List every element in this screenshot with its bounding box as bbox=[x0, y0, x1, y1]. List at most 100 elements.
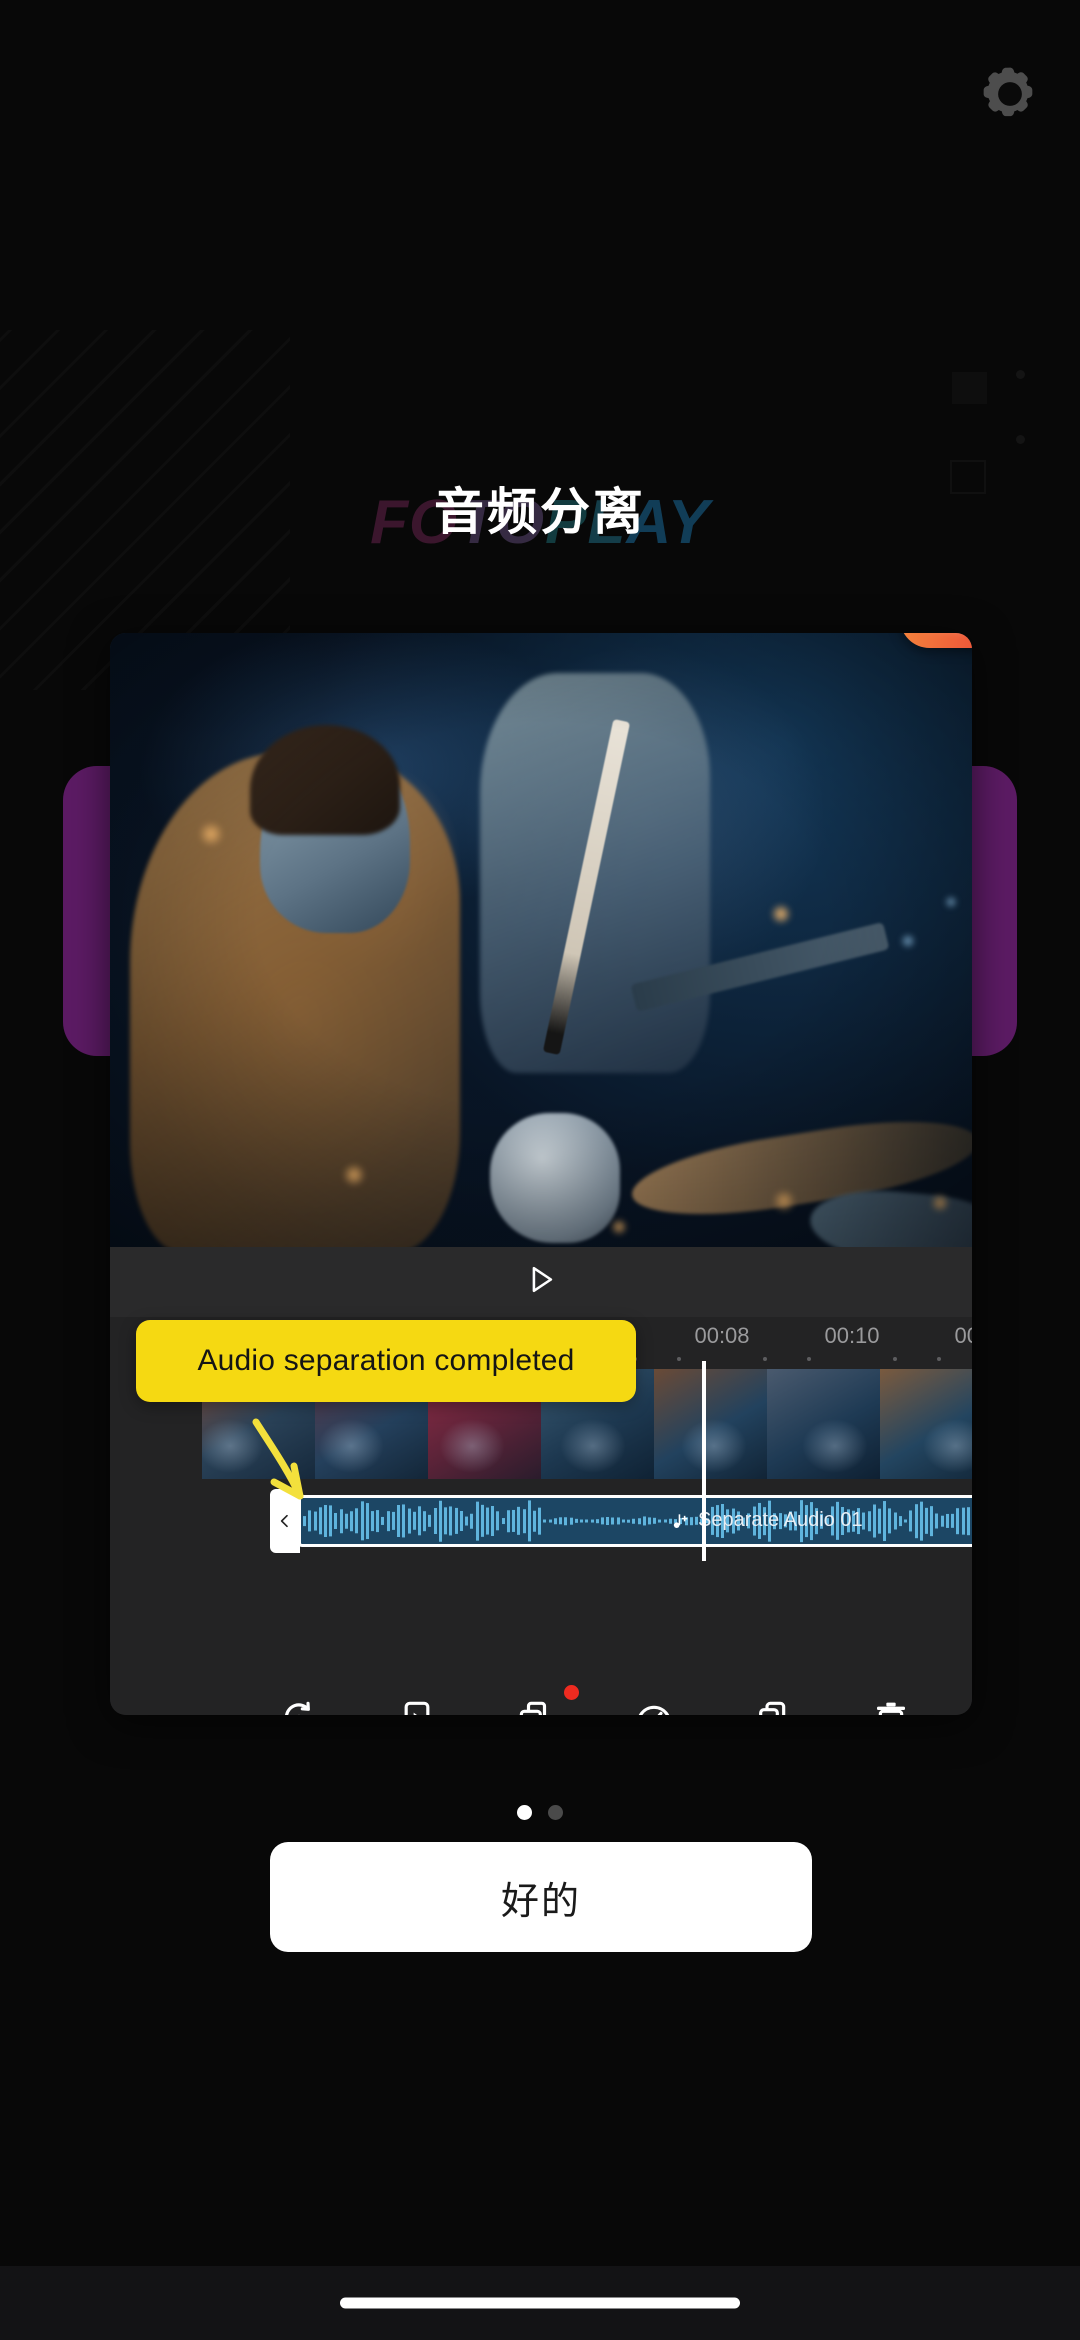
waveform-bar bbox=[637, 1517, 641, 1525]
audio-clip-label-group: Separate Audio 01 bbox=[670, 1509, 863, 1532]
waveform-bar bbox=[418, 1506, 421, 1536]
arrow-down-left-icon bbox=[252, 1418, 304, 1500]
waveform-bar bbox=[397, 1505, 401, 1537]
timeline-tick-label: 00:08 bbox=[694, 1323, 750, 1348]
waveform-bar bbox=[867, 1510, 871, 1532]
waveform-bar bbox=[627, 1519, 631, 1523]
waveform-bar bbox=[580, 1519, 583, 1523]
waveform-bar bbox=[533, 1510, 536, 1532]
waveform-bar bbox=[966, 1506, 970, 1536]
filmstrip-frame-highlight bbox=[654, 1369, 767, 1479]
animation-play-icon bbox=[397, 1691, 437, 1715]
waveform-bar bbox=[512, 1510, 516, 1532]
waveform-bar bbox=[600, 1517, 604, 1525]
toolbar-item-animation[interactable]: Animation bbox=[358, 1691, 476, 1715]
waveform-bar bbox=[909, 1510, 913, 1532]
waveform-bar bbox=[449, 1506, 453, 1536]
waveform-bar bbox=[621, 1519, 625, 1523]
pagination-dot[interactable] bbox=[548, 1805, 563, 1820]
waveform-bar bbox=[475, 1501, 479, 1541]
waveform-bar bbox=[930, 1505, 934, 1537]
waveform-bar bbox=[381, 1517, 385, 1525]
toolbar-item-rotate[interactable]: Rotate bbox=[240, 1691, 358, 1715]
waveform-bar bbox=[569, 1517, 573, 1525]
toolbar-item-badge-dot bbox=[563, 1685, 579, 1700]
toolbar-item-speed[interactable]: Speed bbox=[595, 1691, 713, 1715]
audio-waveform bbox=[301, 1498, 972, 1544]
waveform-bar bbox=[407, 1508, 411, 1534]
waveform-bar bbox=[412, 1512, 416, 1530]
play-button[interactable] bbox=[524, 1263, 558, 1302]
waveform-bar bbox=[914, 1503, 918, 1539]
waveform-bar bbox=[961, 1507, 965, 1535]
waveform-bar bbox=[658, 1519, 662, 1523]
timeline-tick-dot bbox=[806, 1357, 811, 1361]
decorative-dot bbox=[1016, 435, 1025, 444]
pagination-dot[interactable] bbox=[517, 1805, 532, 1820]
settings-button[interactable] bbox=[972, 56, 1048, 132]
waveform-bar bbox=[935, 1513, 939, 1529]
timeline-tick-dot bbox=[676, 1357, 681, 1361]
waveform-bar bbox=[898, 1515, 902, 1527]
music-note-add-icon bbox=[673, 1513, 688, 1528]
waveform-bar bbox=[491, 1506, 495, 1536]
filmstrip-frame[interactable] bbox=[654, 1369, 767, 1479]
audio-clip[interactable] bbox=[298, 1495, 972, 1547]
home-gesture-pill[interactable] bbox=[340, 2297, 740, 2309]
waveform-bar bbox=[470, 1513, 474, 1529]
waveform-bar bbox=[365, 1502, 369, 1540]
page-title: 音频分离 bbox=[434, 484, 646, 540]
waveform-bar bbox=[648, 1517, 651, 1525]
app-screen: FOTOPLAY 音频分离 00:08 00:10 0 Separate Aud… bbox=[0, 0, 1080, 2340]
waveform-bar bbox=[438, 1500, 442, 1542]
toolbar-item-delete[interactable]: Delete bbox=[832, 1691, 950, 1715]
waveform-bar bbox=[585, 1519, 589, 1523]
waveform-bar bbox=[350, 1510, 353, 1532]
audio-clip-label: Separate Audio 01 bbox=[698, 1509, 863, 1531]
waveform-bar bbox=[527, 1500, 531, 1542]
waveform-bar bbox=[611, 1517, 615, 1525]
waveform-bar bbox=[956, 1507, 960, 1535]
toast-notification: Audio separation completed bbox=[136, 1320, 636, 1402]
waveform-bar bbox=[344, 1513, 348, 1529]
waveform-bar bbox=[877, 1508, 881, 1534]
timeline-tick-dot bbox=[763, 1357, 768, 1361]
waveform-bar bbox=[522, 1508, 526, 1534]
waveform-bar bbox=[893, 1512, 897, 1530]
timeline-tick-label: 00:10 bbox=[824, 1323, 880, 1348]
waveform-bar bbox=[940, 1515, 944, 1527]
waveform-bar bbox=[590, 1519, 594, 1523]
toolbar-item-separate-audio[interactable]: Separate Audio bbox=[477, 1685, 595, 1715]
player-bar bbox=[110, 1247, 972, 1317]
toolbar-item-copy[interactable]: Copy bbox=[714, 1691, 832, 1715]
feature-card: NEW 00:0000:0200:0400:0600:0800:1000:12 bbox=[110, 633, 972, 1715]
filmstrip-frame[interactable] bbox=[880, 1369, 972, 1479]
waveform-bar bbox=[862, 1512, 866, 1530]
toolbar-items: RotateAnimationSeparate AudioSpeedCopyDe… bbox=[218, 1685, 972, 1715]
waveform-bar bbox=[872, 1504, 876, 1538]
confirm-button[interactable]: 好的 bbox=[270, 1842, 812, 1952]
waveform-bar bbox=[919, 1501, 923, 1541]
filmstrip-frame[interactable] bbox=[767, 1369, 880, 1479]
separate-audio-icon bbox=[516, 1691, 556, 1715]
speed-gauge-icon bbox=[634, 1691, 674, 1715]
trash-icon bbox=[871, 1691, 911, 1715]
video-preview[interactable]: NEW bbox=[110, 633, 972, 1247]
play-icon bbox=[532, 1266, 553, 1293]
waveform-bar bbox=[663, 1519, 667, 1523]
toast-message: Audio separation completed bbox=[197, 1344, 575, 1377]
decorative-square-filled bbox=[952, 372, 987, 404]
waveform-bar bbox=[433, 1508, 437, 1534]
waveform-bar bbox=[459, 1511, 463, 1531]
timeline-playhead[interactable] bbox=[702, 1361, 706, 1561]
waveform-bar bbox=[454, 1508, 458, 1534]
waveform-bar bbox=[402, 1504, 406, 1538]
filmstrip-frame-highlight bbox=[767, 1369, 880, 1479]
carousel-pagination bbox=[0, 1805, 1080, 1820]
waveform-bar bbox=[506, 1509, 510, 1533]
waveform-bar bbox=[606, 1517, 610, 1525]
waveform-bar bbox=[465, 1516, 468, 1526]
decorative-dot bbox=[1016, 370, 1025, 379]
waveform-bar bbox=[925, 1508, 928, 1534]
waveform-bar bbox=[376, 1509, 380, 1533]
